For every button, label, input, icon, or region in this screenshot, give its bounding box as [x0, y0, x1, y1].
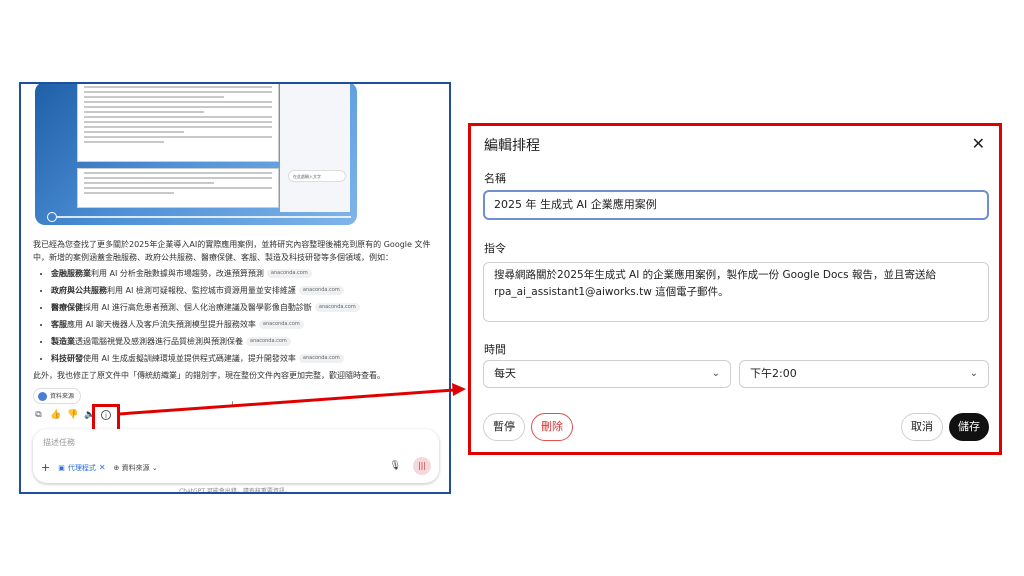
chevron-down-icon: ⌄ [711, 368, 720, 379]
pause-button[interactable]: 暫停 [483, 413, 525, 441]
prompt-label: 指令 [484, 242, 506, 255]
time-select[interactable]: 下午2:00 ⌄ [739, 360, 989, 388]
save-button[interactable]: 儲存 [949, 413, 989, 441]
dialog-title: 編輯排程 [484, 138, 540, 154]
arrow-line [118, 388, 455, 416]
chevron-down-icon: ⌄ [969, 368, 978, 379]
arrow-head [452, 383, 466, 396]
prompt-textarea[interactable]: 搜尋網路關於2025年生成式 AI 的企業應用案例，製作成一份 Google D… [483, 262, 989, 322]
delete-button[interactable]: 刪除 [531, 413, 573, 441]
name-input[interactable]: 2025 年 生成式 AI 企業應用案例 [483, 190, 989, 220]
edit-schedule-dialog: 編輯排程 ✕ 名稱 2025 年 生成式 AI 企業應用案例 指令 搜尋網路關於… [468, 123, 1002, 455]
close-icon[interactable]: ✕ [972, 134, 985, 153]
time-label: 時間 [484, 343, 506, 356]
time-value: 下午2:00 [750, 367, 797, 380]
frequency-value: 每天 [494, 367, 516, 380]
name-label: 名稱 [484, 172, 506, 185]
frequency-select[interactable]: 每天 ⌄ [483, 360, 731, 388]
cancel-button[interactable]: 取消 [901, 413, 943, 441]
